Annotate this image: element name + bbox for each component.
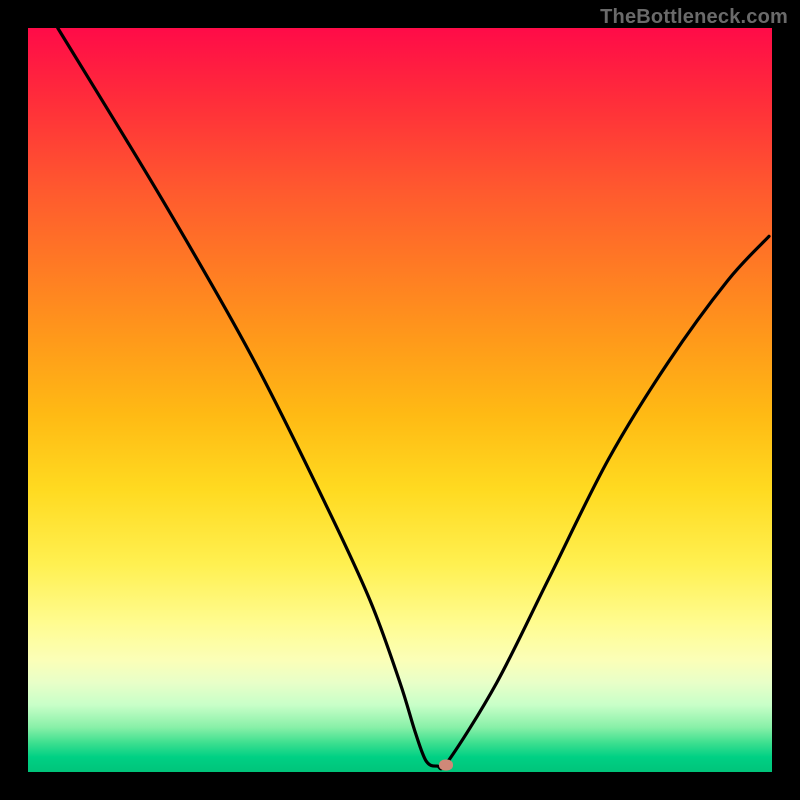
optimal-point-marker bbox=[439, 760, 453, 771]
curve-path bbox=[58, 28, 769, 769]
plot-area bbox=[28, 28, 772, 772]
chart-container: TheBottleneck.com bbox=[0, 0, 800, 800]
watermark-text: TheBottleneck.com bbox=[600, 6, 788, 29]
bottleneck-curve bbox=[28, 28, 772, 772]
